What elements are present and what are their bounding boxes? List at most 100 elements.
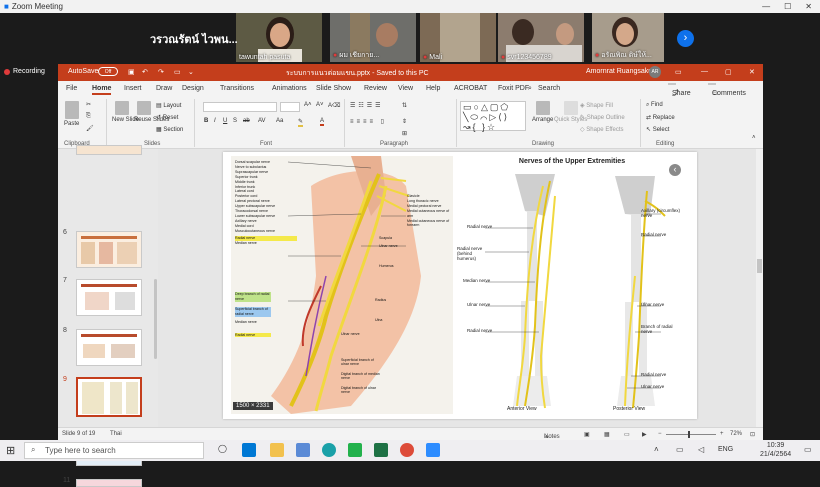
reuse-slides-button[interactable]: Reuse Slides: [134, 101, 169, 123]
zoom-taskbar-icon[interactable]: [426, 443, 440, 457]
arrange-button[interactable]: Arrange: [532, 101, 553, 123]
clear-format-icon[interactable]: A⌫: [328, 102, 341, 109]
slide-thumbnail-selected[interactable]: [76, 377, 142, 417]
align-text-icon[interactable]: ⇕: [402, 118, 407, 125]
tab-file[interactable]: File: [66, 85, 77, 92]
tab-animations[interactable]: Animations: [272, 85, 307, 92]
italic-button[interactable]: I: [214, 118, 216, 124]
zoom-level[interactable]: 72%: [730, 431, 742, 437]
tab-review[interactable]: Review: [364, 85, 387, 92]
zoom-in-icon[interactable]: +: [720, 431, 724, 437]
tab-view[interactable]: View: [398, 85, 413, 92]
language-status[interactable]: Thai: [110, 431, 122, 437]
reset-button[interactable]: ↺ Reset: [156, 114, 178, 121]
section-button[interactable]: ▦ Section: [156, 126, 183, 133]
tab-transitions[interactable]: Transitions: [220, 85, 254, 92]
comments-button[interactable]: ▭ Comments: [708, 83, 746, 97]
search-icon[interactable]: ⌕: [528, 85, 532, 93]
char-spacing-icon[interactable]: AV: [258, 118, 266, 124]
bold-button[interactable]: B: [204, 118, 208, 124]
close-icon[interactable]: ✕: [805, 2, 812, 11]
participant-tile[interactable]: ● svr123456789: [498, 13, 584, 62]
tab-design[interactable]: Design: [182, 85, 204, 92]
close-icon[interactable]: ✕: [749, 68, 755, 76]
shape-fill-button[interactable]: ◈ Shape Fill: [580, 102, 613, 109]
slide-thumbnail[interactable]: [76, 145, 142, 155]
taskbar-search[interactable]: ⌕ Type here to search: [24, 442, 204, 459]
participant-tile[interactable]: ● อรัณพิณ ดิษ์ให้...: [592, 13, 664, 62]
file-explorer-icon[interactable]: [270, 443, 284, 457]
zoom-slider[interactable]: [666, 434, 716, 435]
new-slide-button[interactable]: New Slide: [112, 101, 139, 123]
participant-tile[interactable]: ● ผม เชียกาย...: [330, 13, 416, 62]
participant-tile[interactable]: ● Mali: [420, 13, 496, 62]
autosave-toggle[interactable]: Off: [98, 67, 118, 76]
reading-view-icon[interactable]: ▭: [624, 431, 630, 438]
tray-chevron-icon[interactable]: ˄: [654, 445, 659, 454]
font-family-select[interactable]: [203, 102, 277, 112]
bullets-icon[interactable]: ☰☷☰☰: [350, 102, 384, 109]
smartart-icon[interactable]: ⊞: [402, 130, 407, 137]
fit-slide-icon[interactable]: ⊡: [750, 431, 755, 438]
slide-thumbnail[interactable]: [76, 479, 142, 487]
underline-button[interactable]: U: [223, 118, 227, 124]
slide-thumbnail[interactable]: [76, 279, 142, 316]
normal-view-icon[interactable]: ▣: [584, 431, 590, 438]
present-icon[interactable]: ▭: [174, 68, 181, 76]
qat-more-icon[interactable]: ⌄: [188, 68, 194, 76]
edge-icon[interactable]: [242, 443, 256, 457]
app-icon[interactable]: [296, 443, 310, 457]
tab-foxit-pdf[interactable]: Foxit PDF: [498, 85, 529, 92]
cut-icon[interactable]: ✂: [86, 101, 91, 108]
zoom-out-icon[interactable]: −: [658, 431, 662, 437]
change-case-icon[interactable]: Aa: [276, 118, 283, 124]
zoom-slider-thumb[interactable]: [688, 431, 690, 438]
slideshow-icon[interactable]: ▶: [642, 431, 647, 438]
tab-slide-show[interactable]: Slide Show: [316, 85, 351, 92]
shape-effects-button[interactable]: ◇ Shape Effects: [580, 126, 624, 133]
shapes-gallery[interactable]: ▭○△▢⬠ ╲⬭⌒▷⟨⟩ ↝{ }☆: [460, 101, 526, 132]
editor-scrollbar[interactable]: [756, 149, 763, 427]
tab-home[interactable]: Home: [92, 85, 112, 95]
user-avatar[interactable]: AR: [649, 66, 661, 78]
language-indicator[interactable]: ENG: [718, 446, 733, 453]
windows-start-icon[interactable]: ⊞: [6, 444, 15, 457]
ribbon-display-icon[interactable]: ▭: [675, 68, 682, 76]
redo-icon[interactable]: ↷: [158, 68, 164, 76]
highlight-icon[interactable]: ✎: [298, 118, 304, 127]
font-size-select[interactable]: [280, 102, 300, 112]
font-shrink-icon[interactable]: A˅: [316, 102, 324, 108]
thumbnail-scrollbar[interactable]: [154, 279, 157, 359]
volume-icon[interactable]: ◁: [698, 445, 704, 454]
shadow-button[interactable]: S: [233, 118, 237, 124]
tab-insert[interactable]: Insert: [124, 85, 142, 92]
font-color-icon[interactable]: A: [320, 118, 325, 126]
participant-tile[interactable]: tawuntah pasuta: [236, 13, 322, 62]
shape-outline-button[interactable]: ✎ Shape Outline: [580, 114, 625, 121]
align-icons[interactable]: ≡≡≡≡ ▯: [350, 118, 387, 125]
clock[interactable]: 10:39 21/4/2564: [760, 441, 791, 459]
chrome-icon[interactable]: [400, 443, 414, 457]
copy-icon[interactable]: ⎘: [86, 113, 91, 120]
excel-icon[interactable]: [374, 443, 388, 457]
notifications-icon[interactable]: ▭: [804, 445, 812, 454]
minimize-icon[interactable]: —: [762, 2, 770, 11]
text-direction-icon[interactable]: ⇅: [402, 102, 407, 109]
current-slide[interactable]: Dorsal scapular nerve Nerve to subclaviu…: [223, 152, 697, 419]
network-icon[interactable]: ▭: [676, 445, 684, 454]
anatomy-image-right[interactable]: Nerves of the Upper Extremities ‹ Radial…: [455, 156, 689, 414]
slide-thumbnail[interactable]: [76, 329, 142, 366]
slide-thumbnail[interactable]: [76, 231, 142, 268]
undo-icon[interactable]: ↶: [142, 68, 148, 76]
layout-button[interactable]: ▤ Layout: [156, 102, 181, 109]
browser-icon[interactable]: [322, 443, 336, 457]
paste-button[interactable]: Paste: [64, 101, 79, 127]
line-icon[interactable]: [348, 443, 362, 457]
share-button[interactable]: ⤴ Share: [668, 83, 691, 97]
collapse-ribbon-icon[interactable]: ˄: [752, 135, 756, 141]
select-button[interactable]: ↖ Select: [646, 126, 669, 133]
font-grow-icon[interactable]: A˄: [304, 102, 312, 108]
task-view-icon[interactable]: ◯: [218, 444, 227, 453]
replace-button[interactable]: ⇄ Replace: [646, 114, 675, 121]
anatomy-image-left[interactable]: Dorsal scapular nerve Nerve to subclaviu…: [231, 156, 453, 414]
